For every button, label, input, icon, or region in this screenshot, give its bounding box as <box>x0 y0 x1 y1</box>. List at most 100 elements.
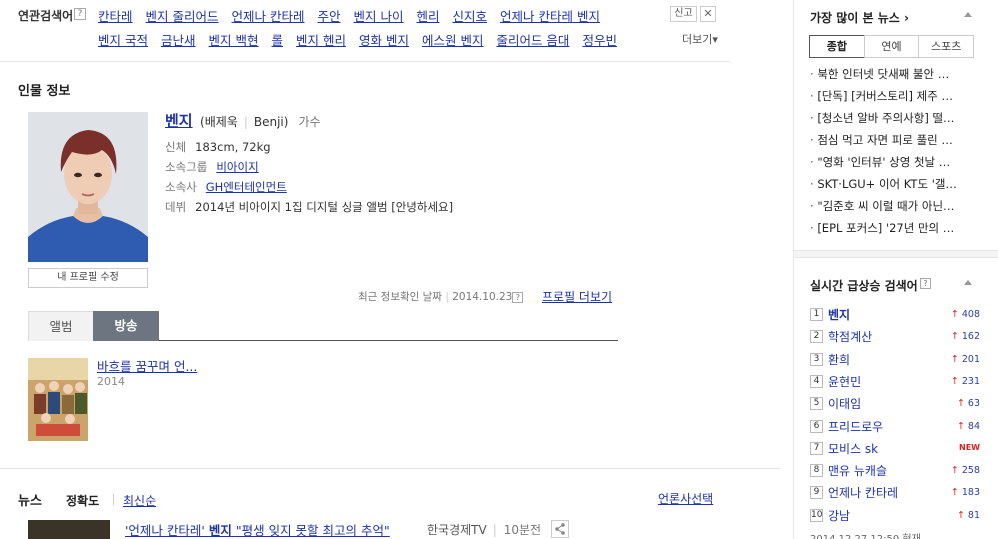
related-keyword[interactable]: 언제나 칸타레 벤지 <box>500 6 600 25</box>
rank-change-value: 183 <box>961 487 980 499</box>
related-keyword[interactable]: 신지호 <box>453 6 488 25</box>
rising-keyword[interactable]: 언제나 칸타레 <box>828 484 898 501</box>
broadcast-poster[interactable] <box>28 358 88 441</box>
press-select-link[interactable]: 언론사선택 <box>658 490 713 507</box>
rank-number: 2 <box>810 330 823 344</box>
related-keyword[interactable]: 언제나 칸타레 <box>232 6 305 25</box>
rising-item[interactable]: 1 벤지 ↑ 408 <box>810 306 980 324</box>
rising-keyword[interactable]: 벤지 <box>828 306 850 323</box>
right-sidebar: 가장 많이 본 뉴스 › 종합 연예 스포츠 북한 인터넷 닷새째 불안 … [… <box>793 0 998 539</box>
related-keyword[interactable]: 정우빈 <box>582 30 617 49</box>
news-item[interactable]: "영화 '인터뷰' 상영 첫날 … <box>810 154 970 170</box>
news-item[interactable]: [단독] [커버스토리] 제주 … <box>810 88 970 104</box>
info-value: 2014년 비아이지 1집 디지털 싱글 앨범 [안녕하세요] <box>195 200 454 214</box>
rising-title: 실시간 급상승 검색어 <box>810 279 918 293</box>
rising-keyword[interactable]: 환희 <box>828 351 850 368</box>
news-item[interactable]: "김준호 씨 이럴 때가 아닌… <box>810 198 970 214</box>
sort-divider <box>113 494 114 505</box>
rising-item[interactable]: 3 환희 ↑ 201 <box>810 351 980 369</box>
rising-keyword[interactable]: 모비스 sk <box>828 440 878 457</box>
most-viewed-title[interactable]: 가장 많이 본 뉴스 › <box>810 9 909 26</box>
info-row: 데뷔 2014년 비아이지 1집 디지털 싱글 앨범 [안녕하세요] <box>165 199 453 215</box>
rising-keyword[interactable]: 맨유 뉴캐슬 <box>828 462 887 479</box>
related-keyword[interactable]: 헨리 <box>416 6 439 25</box>
tab-sports[interactable]: 스포츠 <box>918 35 975 58</box>
rising-keyword[interactable]: 학점계산 <box>828 328 872 345</box>
related-keyword[interactable]: 벤지 줄리어드 <box>146 6 219 25</box>
arrow-up-icon: ↑ <box>956 509 965 521</box>
rising-keyword[interactable]: 윤현민 <box>828 373 861 390</box>
news-item[interactable]: [EPL 포커스] '27년 만의 … <box>810 220 970 236</box>
news-item[interactable]: SKT·LGU+ 이어 KT도 '갤… <box>810 176 970 192</box>
news-headline[interactable]: '언제나 칸타레' 벤지 "평생 잊지 못할 최고의 추억" <box>125 520 390 539</box>
collapse-icon[interactable] <box>964 12 972 17</box>
person-name[interactable]: 벤지 <box>165 110 193 131</box>
broadcast-title[interactable]: 바흐를 꿈꾸며 언... <box>97 356 197 375</box>
related-keyword[interactable]: 롤 <box>271 30 283 49</box>
related-keyword[interactable]: 벤지 헨리 <box>296 30 346 49</box>
collapse-icon[interactable] <box>964 280 972 285</box>
group-link[interactable]: 비아이지 <box>216 160 258 174</box>
related-keyword[interactable]: 벤지 나이 <box>354 6 404 25</box>
news-item[interactable]: 북한 인터넷 닷새째 불안 … <box>810 66 970 82</box>
info-row: 소속사 GH엔터테인먼트 <box>165 179 287 195</box>
report-button[interactable]: 신고 <box>670 6 697 22</box>
rising-item[interactable]: 2 학점계산 ↑ 162 <box>810 328 980 346</box>
broadcast-year: 2014 <box>97 375 125 388</box>
rising-item[interactable]: 6 프리드로우 ↑ 84 <box>810 418 980 436</box>
sort-accuracy[interactable]: 정확도 <box>66 492 99 509</box>
profile-photo[interactable] <box>28 112 148 262</box>
arrow-up-icon: ↑ <box>950 309 959 320</box>
rank-change-value: 63 <box>967 398 980 410</box>
related-keyword[interactable]: 줄리어드 음대 <box>496 30 569 49</box>
profile-tabs: 앨범 방송 <box>28 311 618 341</box>
rank-change-value: 84 <box>967 420 980 432</box>
rising-item[interactable]: 4 윤현민 ↑ 231 <box>810 373 980 391</box>
section-divider <box>0 468 780 469</box>
arrow-up-icon: ↑ <box>956 398 965 410</box>
rank-number: 6 <box>810 419 823 433</box>
tab-album[interactable]: 앨범 <box>28 311 94 341</box>
rising-item[interactable]: 5 이태임 ↑ 63 <box>810 395 980 413</box>
related-keyword[interactable]: 에스원 벤지 <box>422 30 483 49</box>
tab-entertainment[interactable]: 연예 <box>863 35 920 58</box>
help-icon[interactable]: ? <box>920 278 931 289</box>
rising-item[interactable]: 7 모비스 sk NEW <box>810 440 980 458</box>
agency-link[interactable]: GH엔터테인먼트 <box>206 180 287 194</box>
related-keyword[interactable]: 벤지 백현 <box>209 30 259 49</box>
tab-all[interactable]: 종합 <box>809 35 865 58</box>
related-search-panel: 연관검색어 ? 칸타레 벤지 줄리어드 언제나 칸타레 주안 벤지 나이 헨리 … <box>0 0 730 62</box>
profile-more-link[interactable]: 프로필 더보기 <box>542 288 612 305</box>
rank-number: 10 <box>810 508 823 522</box>
news-thumbnail[interactable] <box>28 520 110 539</box>
rising-keyword[interactable]: 프리드로우 <box>828 418 883 435</box>
tab-broadcast[interactable]: 방송 <box>93 311 159 341</box>
info-row: 소속그룹 비아이지 <box>165 159 259 175</box>
share-icon[interactable] <box>551 520 569 538</box>
more-button[interactable]: 더보기▾ <box>682 31 718 47</box>
rising-keyword[interactable]: 강남 <box>828 507 850 524</box>
help-icon[interactable]: ? <box>74 8 86 20</box>
close-icon[interactable]: ✕ <box>700 6 716 22</box>
related-keyword[interactable]: 영화 벤지 <box>359 30 409 49</box>
news-item[interactable]: 점심 먹고 자면 피로 풀린 … <box>810 132 970 148</box>
headline-part: "평생 잊지 못할 최고의 추억" <box>235 523 390 538</box>
rank-change: ↑ 162 <box>951 331 980 342</box>
rank-change: NEW <box>959 443 980 452</box>
edit-profile-button[interactable]: 내 프로필 수정 <box>28 268 148 288</box>
related-keyword[interactable]: 칸타레 <box>98 6 133 25</box>
info-key: 신체 <box>165 140 187 154</box>
related-keyword[interactable]: 주안 <box>317 6 340 25</box>
news-item[interactable]: [청소년 알바 주의사항] 떨… <box>810 110 970 126</box>
rising-keyword[interactable]: 이태임 <box>828 395 861 412</box>
sort-latest[interactable]: 최신순 <box>123 492 156 509</box>
rank-number: 8 <box>810 464 823 478</box>
rank-change: ↑ 408 <box>951 309 980 320</box>
rising-item[interactable]: 8 맨유 뉴캐슬 ↑ 258 <box>810 462 980 480</box>
related-keyword[interactable]: 벤지 국적 <box>98 30 148 49</box>
rising-item[interactable]: 9 언제나 칸타레 ↑ 183 <box>810 484 980 502</box>
rising-item[interactable]: 10 강남 ↑ 81 <box>810 507 980 525</box>
rising-timestamp: 2014.12.27 12:50 현재 <box>810 530 921 539</box>
help-icon[interactable]: ? <box>512 291 524 303</box>
related-keyword[interactable]: 금난새 <box>161 30 196 49</box>
